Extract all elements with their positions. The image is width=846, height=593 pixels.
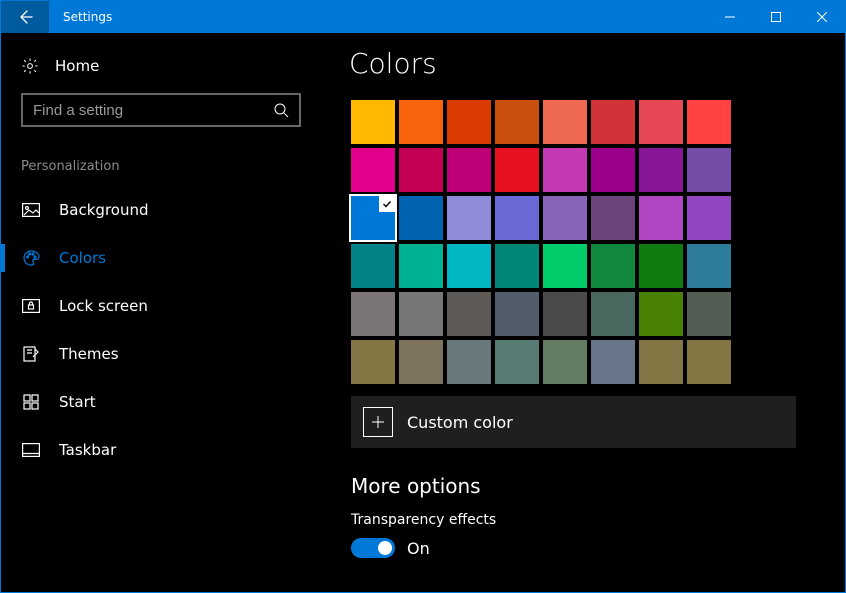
accent-color-swatch[interactable]: [351, 292, 395, 336]
color-swatch-grid: [351, 100, 815, 384]
accent-color-swatch[interactable]: [687, 196, 731, 240]
sidebar-item-colors[interactable]: Colors: [1, 234, 301, 282]
accent-color-swatch[interactable]: [399, 292, 443, 336]
minimize-icon: [725, 12, 735, 22]
main-panel: Colors Custom color More options Transpa…: [321, 33, 845, 592]
section-label: Personalization: [21, 159, 301, 174]
sidebar-item-label: Start: [59, 393, 96, 411]
accent-color-swatch[interactable]: [351, 244, 395, 288]
accent-color-swatch[interactable]: [351, 100, 395, 144]
close-icon: [817, 12, 827, 22]
back-button[interactable]: [1, 1, 49, 33]
accent-color-swatch[interactable]: [399, 340, 443, 384]
accent-color-swatch[interactable]: [591, 196, 635, 240]
accent-color-swatch[interactable]: [543, 292, 587, 336]
accent-color-swatch[interactable]: [495, 148, 539, 192]
maximize-icon: [771, 12, 781, 22]
nav-list: Background Colors Lock screen Themes Start Ta…: [1, 186, 301, 474]
plus-icon: [363, 407, 393, 437]
sidebar-item-taskbar[interactable]: Taskbar: [1, 426, 301, 474]
accent-color-swatch[interactable]: [543, 100, 587, 144]
sidebar-item-label: Taskbar: [59, 441, 116, 459]
accent-color-swatch[interactable]: [639, 340, 683, 384]
titlebar: Settings: [1, 1, 845, 33]
checkmark-icon: [379, 196, 395, 212]
custom-color-button[interactable]: Custom color: [351, 396, 796, 448]
accent-color-swatch[interactable]: [687, 292, 731, 336]
accent-color-swatch[interactable]: [447, 244, 491, 288]
sidebar-item-label: Background: [59, 201, 149, 219]
accent-color-swatch[interactable]: [543, 196, 587, 240]
more-options-heading: More options: [351, 474, 815, 498]
accent-color-swatch[interactable]: [639, 292, 683, 336]
transparency-toggle[interactable]: [351, 538, 395, 558]
accent-color-swatch[interactable]: [351, 148, 395, 192]
palette-icon: [21, 249, 41, 267]
lock-screen-icon: [21, 299, 41, 313]
transparency-label: Transparency effects: [351, 512, 815, 528]
window-title: Settings: [63, 10, 112, 24]
sidebar: Home Personalization Background Colors Loc…: [1, 33, 321, 592]
accent-color-swatch[interactable]: [495, 340, 539, 384]
accent-color-swatch[interactable]: [591, 100, 635, 144]
search-box[interactable]: [21, 93, 301, 127]
accent-color-swatch[interactable]: [447, 292, 491, 336]
accent-color-swatch[interactable]: [639, 100, 683, 144]
accent-color-swatch[interactable]: [591, 148, 635, 192]
accent-color-swatch[interactable]: [591, 340, 635, 384]
home-label: Home: [55, 57, 99, 75]
accent-color-swatch[interactable]: [495, 244, 539, 288]
start-icon: [21, 394, 41, 410]
close-button[interactable]: [799, 1, 845, 33]
page-title: Colors: [349, 47, 815, 80]
accent-color-swatch[interactable]: [543, 244, 587, 288]
search-input[interactable]: [33, 102, 273, 119]
accent-color-swatch[interactable]: [447, 148, 491, 192]
sidebar-item-lock-screen[interactable]: Lock screen: [1, 282, 301, 330]
accent-color-swatch[interactable]: [447, 196, 491, 240]
accent-color-swatch[interactable]: [543, 148, 587, 192]
home-nav[interactable]: Home: [21, 57, 301, 75]
sidebar-item-label: Lock screen: [59, 297, 148, 315]
accent-color-swatch[interactable]: [495, 100, 539, 144]
sidebar-item-background[interactable]: Background: [1, 186, 301, 234]
accent-color-swatch[interactable]: [495, 292, 539, 336]
accent-color-swatch[interactable]: [399, 196, 443, 240]
accent-color-swatch[interactable]: [639, 244, 683, 288]
image-icon: [21, 203, 41, 217]
accent-color-swatch[interactable]: [639, 196, 683, 240]
accent-color-swatch[interactable]: [447, 100, 491, 144]
accent-color-swatch[interactable]: [591, 244, 635, 288]
accent-color-swatch[interactable]: [543, 340, 587, 384]
taskbar-icon: [21, 443, 41, 457]
accent-color-swatch[interactable]: [687, 148, 731, 192]
sidebar-item-themes[interactable]: Themes: [1, 330, 301, 378]
accent-color-swatch[interactable]: [351, 340, 395, 384]
accent-color-swatch[interactable]: [639, 148, 683, 192]
sidebar-item-label: Themes: [59, 345, 119, 363]
sidebar-item-label: Colors: [59, 249, 106, 267]
accent-color-swatch[interactable]: [399, 244, 443, 288]
custom-color-label: Custom color: [407, 413, 513, 432]
accent-color-swatch[interactable]: [495, 196, 539, 240]
accent-color-swatch[interactable]: [351, 196, 395, 240]
accent-color-swatch[interactable]: [399, 100, 443, 144]
minimize-button[interactable]: [707, 1, 753, 33]
accent-color-swatch[interactable]: [687, 340, 731, 384]
sidebar-item-start[interactable]: Start: [1, 378, 301, 426]
arrow-left-icon: [17, 9, 33, 25]
search-icon: [273, 102, 289, 118]
accent-color-swatch[interactable]: [687, 100, 731, 144]
accent-color-swatch[interactable]: [591, 292, 635, 336]
accent-color-swatch[interactable]: [399, 148, 443, 192]
transparency-value: On: [407, 539, 430, 558]
accent-color-swatch[interactable]: [687, 244, 731, 288]
gear-icon: [21, 57, 39, 75]
themes-icon: [21, 345, 41, 363]
maximize-button[interactable]: [753, 1, 799, 33]
accent-color-swatch[interactable]: [447, 340, 491, 384]
